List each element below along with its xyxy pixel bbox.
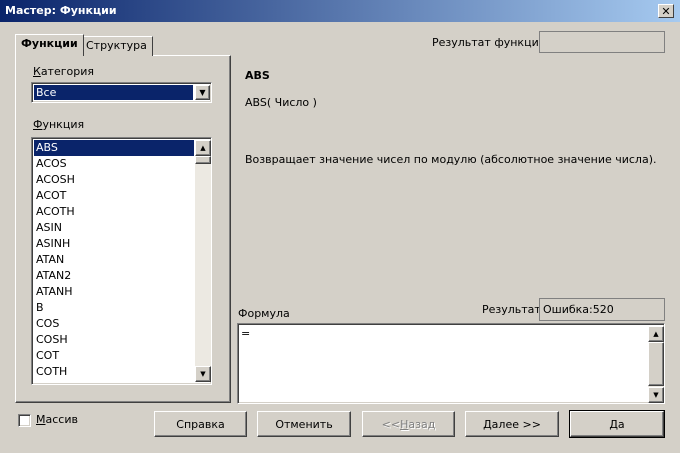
function-list-item[interactable]: B: [34, 300, 194, 316]
function-list-item[interactable]: ABS: [34, 140, 194, 156]
function-list-item[interactable]: ATANH: [34, 284, 194, 300]
function-name: ABS: [245, 69, 270, 82]
function-list-item[interactable]: COT: [34, 348, 194, 364]
function-list-item[interactable]: CSC: [34, 380, 194, 382]
cancel-button[interactable]: Отменить: [257, 411, 351, 437]
formula-scrollbar[interactable]: ▲ ▼: [648, 326, 664, 403]
scroll-thumb[interactable]: [195, 156, 211, 164]
function-list-item[interactable]: COTH: [34, 364, 194, 380]
category-label: Категория: [33, 65, 94, 78]
scroll-down-icon[interactable]: ▼: [648, 387, 664, 403]
function-list-item[interactable]: ASIN: [34, 220, 194, 236]
scroll-up-icon[interactable]: ▲: [648, 326, 664, 342]
formula-input[interactable]: = ▲ ▼: [237, 323, 665, 404]
function-list-item[interactable]: ATAN: [34, 252, 194, 268]
function-items: ABS ACOS ACOSH ACOT ACOTH ASIN ASINH ATAN ATAN2 A…: [34, 140, 194, 382]
close-icon: ✕: [661, 4, 671, 18]
help-button[interactable]: Справка: [154, 411, 247, 437]
tab-structure[interactable]: Структура: [80, 36, 153, 56]
function-list-item[interactable]: COSH: [34, 332, 194, 348]
function-description: Возвращает значение чисел по модулю (абс…: [245, 153, 657, 166]
formula-text: =: [241, 327, 251, 340]
scroll-down-icon[interactable]: ▼: [195, 366, 211, 382]
formula-label: Формула: [238, 307, 290, 320]
function-list-item[interactable]: ACOSH: [34, 172, 194, 188]
ok-button[interactable]: Да: [569, 410, 665, 438]
result-field: Ошибка:520: [539, 298, 665, 321]
tab-functions[interactable]: Функции: [15, 34, 84, 56]
function-label: Функция: [33, 118, 85, 131]
function-list-item[interactable]: COS: [34, 316, 194, 332]
function-result-field: [539, 31, 665, 53]
back-button[interactable]: << Назад: [362, 411, 455, 437]
scroll-thumb[interactable]: [648, 342, 664, 386]
function-result-label: Результат функции: [432, 36, 546, 49]
next-button[interactable]: Далее >>: [465, 411, 559, 437]
array-checkbox-label: Массив: [36, 413, 78, 426]
function-list[interactable]: ABS ACOS ACOSH ACOT ACOTH ASIN ASINH ATAN ATAN2 A…: [31, 137, 212, 385]
function-list-item[interactable]: ACOS: [34, 156, 194, 172]
window-title: Мастер: Функции: [5, 4, 117, 17]
close-button[interactable]: ✕: [658, 4, 674, 18]
array-checkbox[interactable]: [18, 414, 31, 427]
function-list-item[interactable]: ASINH: [34, 236, 194, 252]
function-list-scrollbar[interactable]: ▲ ▼: [195, 140, 211, 382]
function-syntax: ABS( Число ): [245, 96, 317, 109]
function-list-item[interactable]: ACOTH: [34, 204, 194, 220]
result-label: Результат: [482, 303, 541, 316]
title-bar: Мастер: Функции ✕: [0, 0, 680, 22]
category-select[interactable]: Все ▼: [31, 82, 212, 103]
dropdown-arrow-icon[interactable]: ▼: [195, 85, 210, 100]
function-list-item[interactable]: ATAN2: [34, 268, 194, 284]
scroll-up-icon[interactable]: ▲: [195, 140, 211, 156]
ok-button-face: Да: [570, 411, 664, 437]
category-selected-value: Все: [34, 85, 193, 100]
function-list-item[interactable]: ACOT: [34, 188, 194, 204]
